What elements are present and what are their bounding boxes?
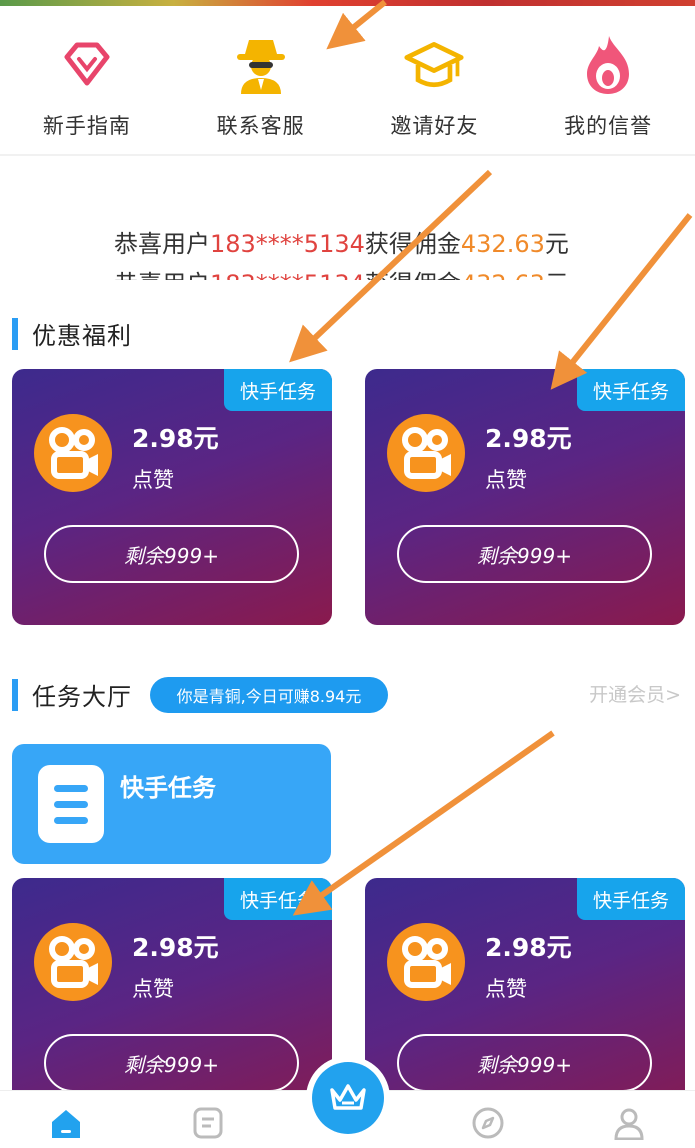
card-tag: 快手任务 (577, 369, 685, 411)
menu-item-support[interactable]: 联系客服 (174, 6, 348, 154)
card-price: 2.98元 (485, 933, 572, 962)
card-tag: 快手任务 (577, 878, 685, 920)
card-action: 点赞 (132, 977, 174, 1001)
card-action: 点赞 (132, 468, 174, 492)
open-vip-link[interactable]: 开通会员> (589, 680, 681, 707)
card-tag: 快手任务 (224, 369, 332, 411)
flame-icon (577, 34, 639, 96)
app-screen: 新手指南 联系客服 邀请好友 我的信誉 恭喜用户183****5134获得佣金4… (0, 0, 695, 1148)
task-list-icon (193, 1107, 223, 1139)
section-title: 任务大厅 (32, 683, 132, 711)
section-accent-bar (12, 317, 18, 350)
level-badge: 你是青铜,今日可赚8.94元 (150, 677, 388, 713)
menu-label: 新手指南 (42, 114, 131, 138)
tab-profile[interactable] (607, 1101, 651, 1145)
quick-menu: 新手指南 联系客服 邀请好友 我的信誉 (0, 6, 695, 154)
task-card[interactable]: 快手任务 2.98元 点赞 剩余999+ (12, 369, 332, 625)
menu-label: 联系客服 (216, 114, 305, 138)
menu-label: 我的信誉 (564, 114, 653, 138)
ticker-line-next: 恭喜用户183****5134获得佣金432.63元 (114, 264, 569, 280)
remaining-button[interactable]: 剩余999+ (397, 525, 652, 583)
tab-tasks[interactable] (186, 1101, 230, 1145)
document-icon (38, 765, 104, 843)
diamond-icon (56, 34, 118, 96)
task-hall-label: 快手任务 (120, 774, 216, 802)
menu-item-credit[interactable]: 我的信誉 (521, 6, 695, 154)
section-accent-bar (12, 678, 18, 711)
spacer (0, 156, 695, 224)
compass-icon (472, 1107, 504, 1139)
ticker-line: 恭喜用户183****5134获得佣金432.63元 (114, 230, 569, 258)
user-icon (614, 1108, 644, 1140)
section-welfare-header: 优惠福利 (12, 316, 132, 351)
home-icon (52, 1110, 80, 1138)
card-price: 2.98元 (132, 933, 219, 962)
kuaishou-logo-icon (387, 414, 465, 492)
tab-home[interactable] (44, 1101, 88, 1145)
card-action: 点赞 (485, 977, 527, 1001)
earnings-ticker: 恭喜用户183****5134获得佣金432.63元 恭喜用户183****51… (0, 224, 695, 280)
kuaishou-logo-icon (34, 414, 112, 492)
task-card[interactable]: 快手任务 2.98元 点赞 剩余999+ (365, 369, 685, 625)
card-price: 2.98元 (132, 424, 219, 453)
kuaishou-logo-icon (387, 923, 465, 1001)
agent-icon (230, 34, 292, 96)
remaining-button[interactable]: 剩余999+ (44, 1034, 299, 1092)
card-tag: 快手任务 (224, 878, 332, 920)
remaining-button[interactable]: 剩余999+ (397, 1034, 652, 1092)
menu-label: 邀请好友 (390, 114, 479, 138)
remaining-button[interactable]: 剩余999+ (44, 525, 299, 583)
tab-discover[interactable] (466, 1101, 510, 1145)
card-price: 2.98元 (485, 424, 572, 453)
section-tasks-header: 任务大厅 (12, 677, 132, 712)
task-hall-kuaishou[interactable]: 快手任务 (12, 744, 331, 864)
graduation-cap-icon (403, 34, 465, 96)
menu-item-guide[interactable]: 新手指南 (0, 6, 174, 154)
center-crown-button[interactable] (306, 1056, 390, 1140)
card-action: 点赞 (485, 468, 527, 492)
section-title: 优惠福利 (32, 322, 132, 350)
kuaishou-logo-icon (34, 923, 112, 1001)
menu-item-invite[interactable]: 邀请好友 (348, 6, 522, 154)
crown-icon (312, 1062, 384, 1134)
